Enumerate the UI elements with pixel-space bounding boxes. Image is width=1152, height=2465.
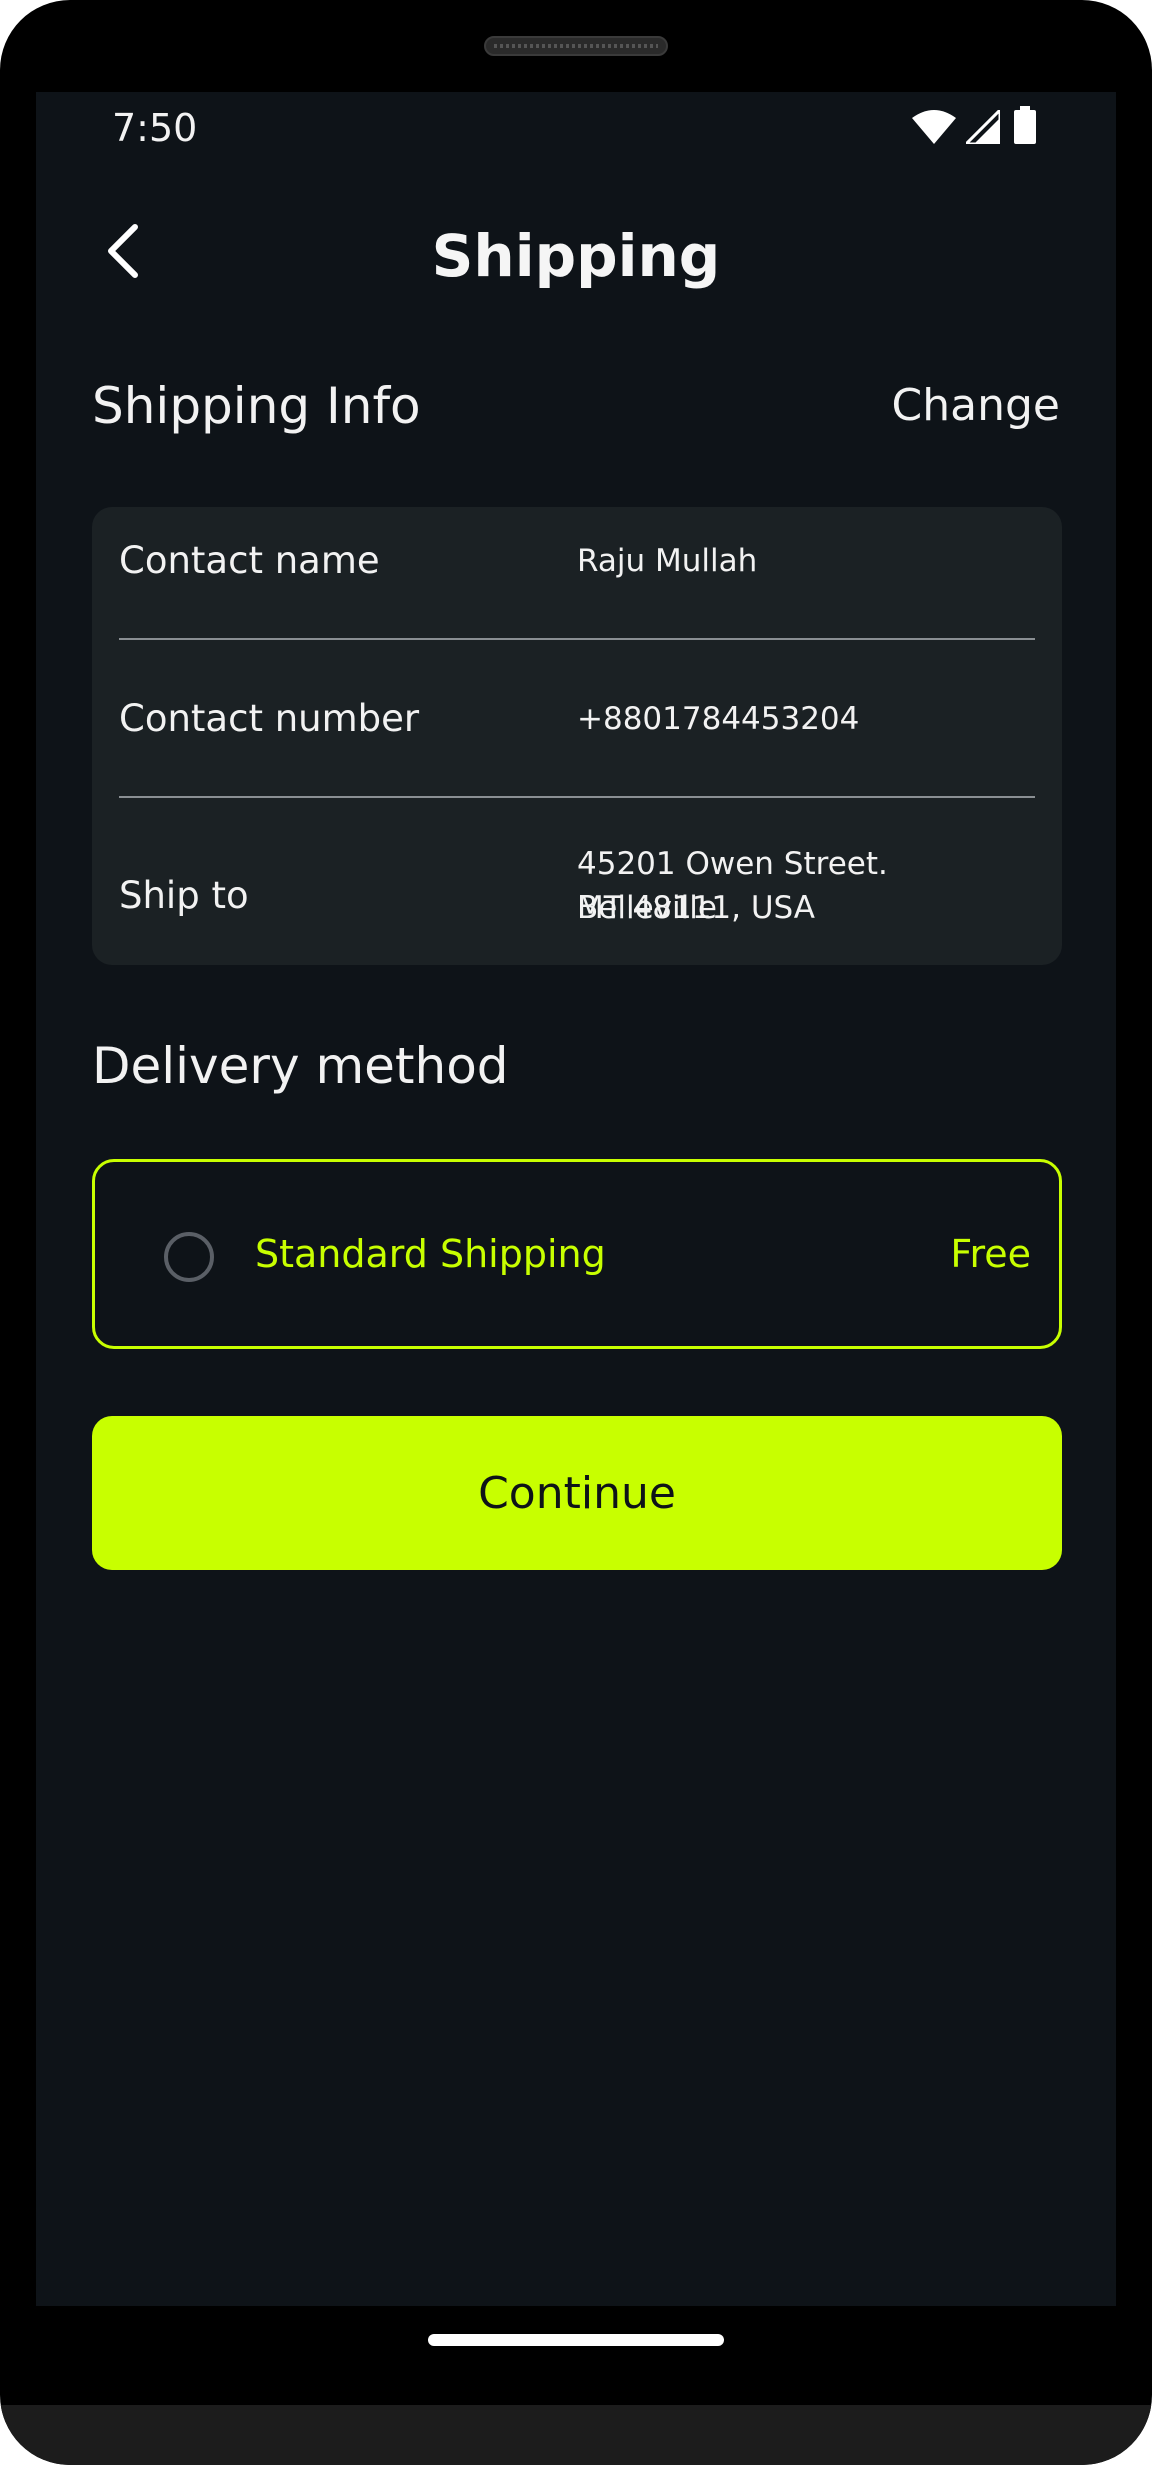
app-bar: Shipping	[36, 192, 1116, 312]
status-bar: 7:50	[36, 92, 1116, 162]
shipping-info-card: Contact name Raju Mullah Contact number …	[92, 507, 1062, 965]
contact-name-label: Contact name	[119, 539, 380, 582]
ship-to-row: Ship to 45201 Owen Street. Belleville MT…	[119, 842, 1035, 942]
device-frame: 7:50 Shipping Shipping Info Change Conta…	[0, 0, 1152, 2465]
shipping-radio-button[interactable]	[164, 1232, 214, 1282]
battery-icon	[1014, 106, 1036, 144]
contact-number-row: Contact number +8801784453204	[119, 697, 1035, 757]
page-title: Shipping	[431, 222, 721, 290]
device-bottom-edge	[0, 2405, 1152, 2465]
app-screen: 7:50 Shipping Shipping Info Change Conta…	[36, 92, 1116, 2306]
ship-to-label: Ship to	[119, 874, 249, 917]
row-divider	[119, 796, 1035, 798]
contact-number-value: +8801784453204	[577, 701, 860, 737]
shipping-option-price: Free	[950, 1232, 1031, 1276]
standard-shipping-option[interactable]: Standard Shipping Free	[92, 1159, 1062, 1349]
speaker-grille	[484, 36, 668, 56]
signal-icon	[966, 110, 1000, 144]
shipping-info-heading: Shipping Info	[92, 377, 421, 435]
delivery-method-heading: Delivery method	[92, 1037, 509, 1095]
wifi-icon	[912, 110, 956, 144]
contact-name-value: Raju Mullah	[577, 543, 758, 579]
continue-button[interactable]: Continue	[92, 1416, 1062, 1570]
ship-to-address-line2: MT 48111, USA	[577, 890, 816, 926]
home-indicator[interactable]	[428, 2334, 724, 2346]
shipping-option-label: Standard Shipping	[255, 1232, 606, 1276]
change-link[interactable]: Change	[892, 380, 1060, 431]
contact-name-row: Contact name Raju Mullah	[119, 539, 1035, 599]
status-time: 7:50	[112, 106, 198, 150]
row-divider	[119, 638, 1035, 640]
status-icons	[912, 106, 1042, 146]
contact-number-label: Contact number	[119, 697, 420, 740]
